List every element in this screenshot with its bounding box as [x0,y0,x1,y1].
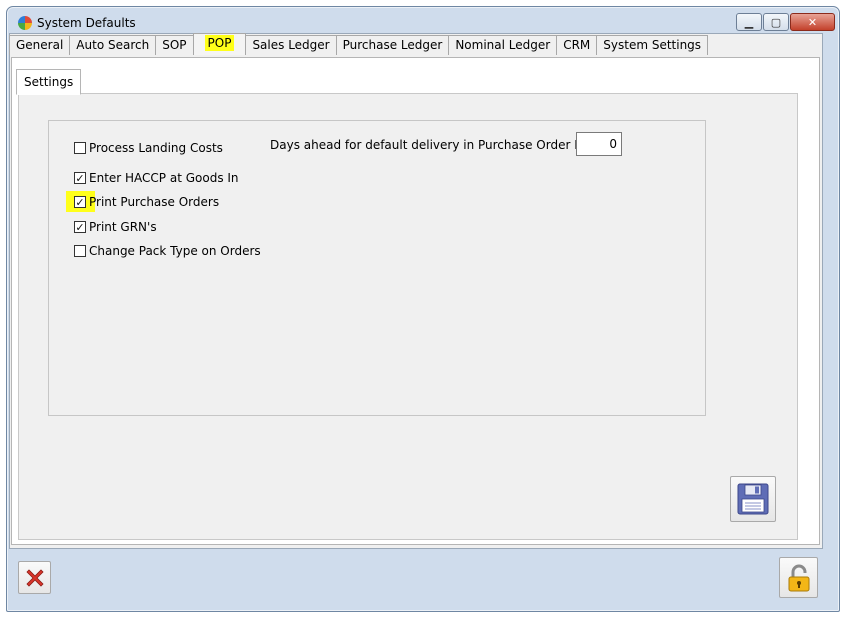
checkbox-label: Change Pack Type on Orders [89,244,261,258]
close-button[interactable] [18,561,51,594]
window-title: System Defaults [37,16,136,30]
subtab-label: Settings [24,75,74,89]
checkbox-label: Print Purchase Orders [89,195,220,209]
tab-nominal-ledger[interactable]: Nominal Ledger [448,35,558,55]
tab-general[interactable]: General [9,35,71,55]
tab-crm[interactable]: CRM [556,35,598,55]
window-close-button[interactable]: ✕ [790,13,835,31]
settings-group [48,120,706,416]
checkbox-label: Enter HACCP at Goods In [89,171,239,185]
checkbox-box[interactable] [74,245,86,257]
print-purchase-orders-checkbox[interactable]: ✓ Print Purchase Orders [74,195,219,209]
tab-label: Sales Ledger [252,38,330,52]
days-ahead-input[interactable]: 0 [576,132,622,156]
checkbox-box[interactable]: ✓ [74,221,86,233]
floppy-disk-icon [737,483,769,515]
tab-label: Purchase Ledger [342,38,443,52]
tab-auto-search[interactable]: Auto Search [69,35,157,55]
checkbox-box[interactable]: ✓ [74,172,86,184]
tab-label: SOP [162,38,187,52]
tab-label: POP [204,35,235,51]
change-pack-type-checkbox[interactable]: Change Pack Type on Orders [74,244,261,258]
maximize-button[interactable]: ▢ [763,13,789,31]
main-tab-bar: General Auto Search SOP POP Sales Ledger… [9,33,709,56]
save-button[interactable] [730,476,776,522]
tab-label: CRM [563,38,591,52]
checkbox-label: Print GRN's [89,220,157,234]
checkbox-box[interactable] [74,142,86,154]
lock-button[interactable] [779,557,818,598]
print-grns-checkbox[interactable]: ✓ Print GRN's [74,220,157,234]
tab-pop[interactable]: POP [192,33,247,55]
enter-haccp-checkbox[interactable]: ✓ Enter HACCP at Goods In [74,171,239,185]
tab-label: System Settings [603,38,702,52]
app-logo-icon [18,16,32,30]
padlock-open-icon [788,564,809,591]
red-x-icon [25,568,44,587]
process-landing-costs-checkbox[interactable]: Process Landing Costs [74,141,223,155]
minimize-icon: ▁ [744,15,754,29]
tab-settings[interactable]: Settings [16,69,82,95]
tab-purchase-ledger[interactable]: Purchase Ledger [335,35,450,55]
tab-label: General [16,38,64,52]
maximize-icon: ▢ [770,15,782,29]
tab-sop[interactable]: SOP [155,35,194,55]
checkbox-label: Process Landing Costs [89,141,223,155]
tab-label: Nominal Ledger [455,38,551,52]
close-icon: ✕ [807,15,818,29]
tab-sales-ledger[interactable]: Sales Ledger [245,35,337,55]
minimize-button[interactable]: ▁ [736,13,762,31]
days-ahead-label: Days ahead for default delivery in Purch… [270,138,607,152]
tab-system-settings[interactable]: System Settings [596,35,709,55]
tab-label: Auto Search [76,38,150,52]
checkbox-box[interactable]: ✓ [74,196,86,208]
